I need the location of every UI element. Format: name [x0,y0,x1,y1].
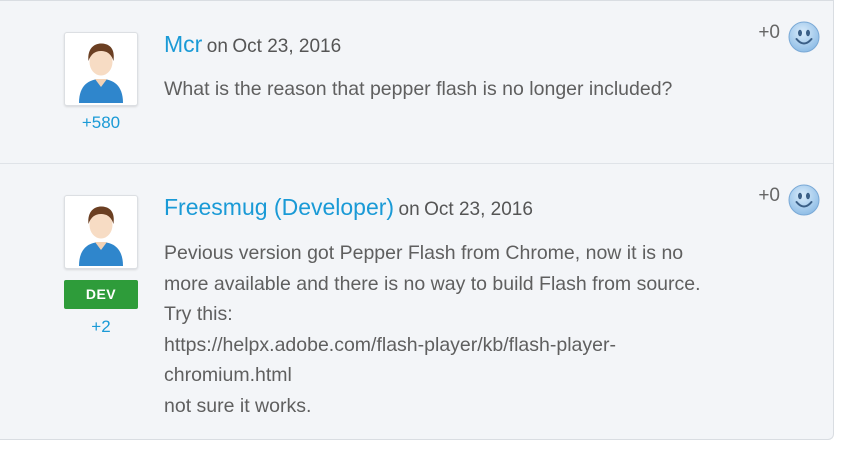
comment-body-line: Try this: [164,303,233,325]
vote-widget: +0 [758,184,820,216]
on-label: on [206,36,228,57]
comment: DEV +2 Freesmug (Developer) on Oct 23, 2… [0,164,833,440]
user-avatar-icon[interactable] [64,195,138,269]
smiley-upvote-icon[interactable] [788,184,820,216]
comment-body: What is the reason that pepper flash is … [164,74,804,105]
on-label: on [398,199,420,220]
comment-body-link[interactable]: chromium.html [164,360,804,391]
user-avatar-icon[interactable] [64,32,138,106]
comment-body-line: more available and there is no way to bu… [164,272,701,295]
vote-count: +0 [758,185,780,206]
comment-date: Oct 23, 2016 [424,199,533,220]
user-reputation-score: +2 [91,317,111,336]
comment-body-line: not sure it works. [164,394,312,417]
vote-widget: +0 [758,21,820,53]
user-reputation-score: +580 [81,113,121,132]
comment-body-link[interactable]: https://helpx.adobe.com/flash-player/kb/… [164,330,804,361]
comment-body-line: What is the reason that pepper flash is … [164,78,673,100]
comment-header: Mcr on Oct 23, 2016 [164,31,341,58]
author-link[interactable]: Mcr [164,31,202,57]
comment-body-line: Pevious version got Pepper Flash from Ch… [164,242,684,264]
comment-header: Freesmug (Developer) on Oct 23, 2016 [164,194,533,221]
smiley-upvote-icon[interactable] [788,21,820,53]
comment: +580 Mcr on Oct 23, 2016 What is the rea… [0,0,833,164]
developer-badge: DEV [64,280,138,309]
comment-thread: +580 Mcr on Oct 23, 2016 What is the rea… [0,0,834,440]
comment-date: Oct 23, 2016 [232,36,342,57]
comment-body: Pevious version got Pepper Flash from Ch… [164,238,804,421]
author-link[interactable]: Freesmug (Developer) [164,194,394,220]
vote-count: +0 [758,22,780,43]
